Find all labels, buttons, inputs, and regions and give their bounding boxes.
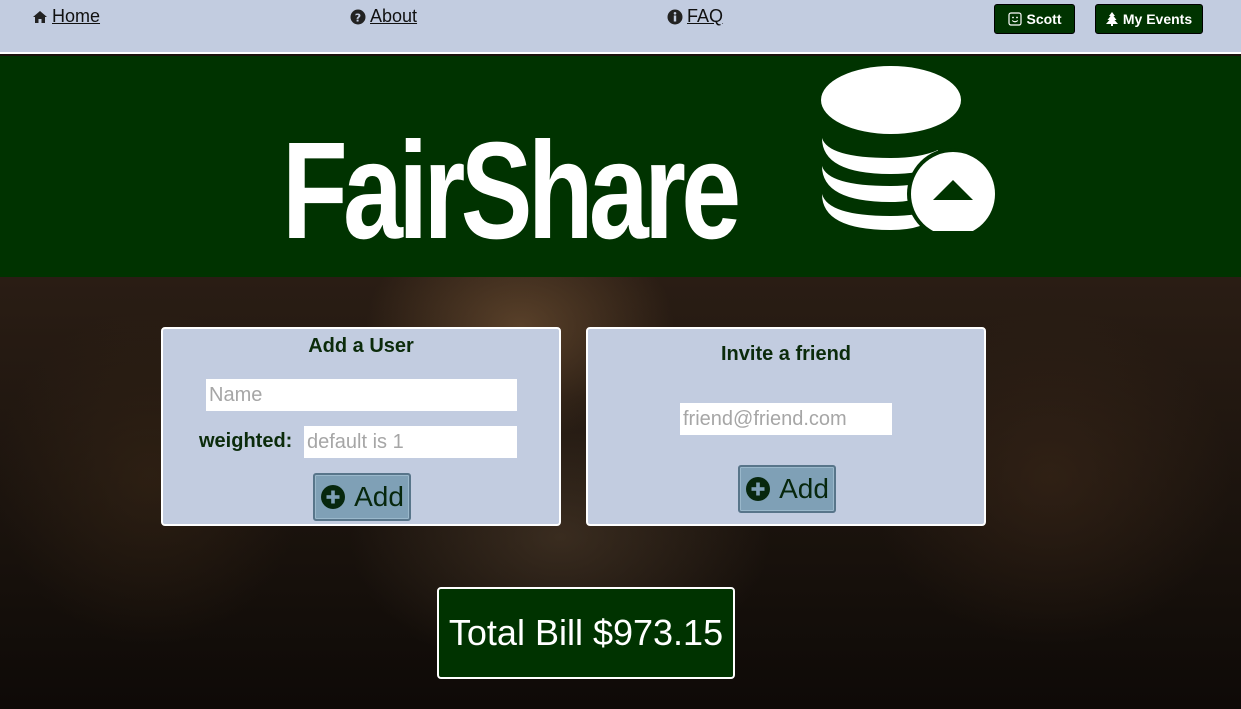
nav-faq-label: FAQ [687, 6, 724, 26]
svg-text:?: ? [355, 11, 361, 24]
add-user-card: Add a User weighted: Add [161, 327, 561, 526]
invite-add-button[interactable]: Add [738, 465, 836, 513]
nav-home-label: Home [52, 6, 101, 26]
plus-circle-icon [746, 477, 771, 501]
invite-friend-card: Invite a friend Add [586, 327, 986, 526]
plus-circle-icon [321, 485, 346, 509]
tree-icon [1105, 12, 1118, 26]
total-bill-label: Total Bill $973.15 [448, 612, 724, 653]
total-bill: Total Bill $973.15 [437, 587, 735, 679]
home-icon [33, 10, 47, 23]
weighted-input[interactable] [304, 426, 517, 458]
friend-email-input[interactable] [680, 403, 892, 435]
nav-about-link[interactable]: ? About [350, 6, 417, 27]
add-user-button-label: Add [354, 481, 404, 512]
info-circle-icon [667, 9, 683, 24]
invite-friend-title: Invite a friend [720, 343, 852, 365]
my-events-label: My Events [1122, 11, 1193, 27]
my-events-button[interactable]: My Events [1095, 4, 1203, 34]
user-button[interactable]: Scott [994, 4, 1075, 34]
coin-stack-up-arrow-icon [821, 66, 999, 231]
add-user-button[interactable]: Add [313, 473, 411, 521]
name-input[interactable] [206, 379, 517, 411]
nav-faq-link[interactable]: FAQ [667, 6, 723, 27]
banner: FairShare [0, 56, 1241, 277]
question-circle-icon: ? [350, 9, 366, 24]
smiley-icon [1007, 12, 1022, 26]
user-button-label: Scott [1026, 11, 1062, 27]
nav-about-label: About [370, 6, 418, 26]
top-nav: Home ? About FAQ Scott My Events [0, 0, 1241, 54]
nav-home-link[interactable]: Home [32, 6, 100, 27]
weighted-label: weighted: [199, 430, 293, 452]
logo-text: FairShare [282, 114, 741, 268]
invite-add-button-label: Add [779, 473, 829, 504]
add-user-title: Add a User [308, 335, 414, 357]
